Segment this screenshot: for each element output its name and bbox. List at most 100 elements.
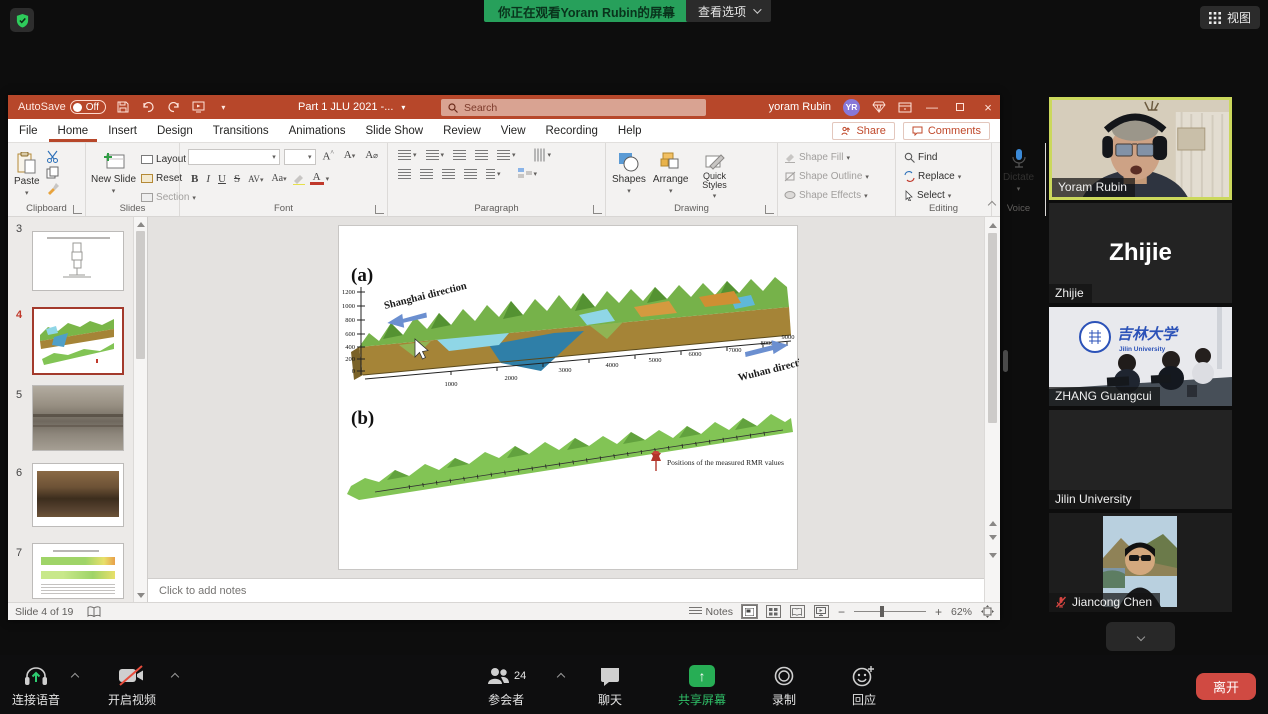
quick-access-more-button[interactable]: ▾ bbox=[216, 100, 231, 115]
thumbnail-scroll-thumb[interactable] bbox=[136, 231, 145, 359]
video-tile-yoram-rubin[interactable]: Yoram Rubin bbox=[1049, 97, 1232, 200]
search-input[interactable] bbox=[464, 102, 699, 114]
find-button[interactable]: Find bbox=[904, 149, 991, 166]
avatar[interactable]: YR bbox=[843, 99, 860, 116]
video-tile-jilin-university[interactable]: Jilin University bbox=[1049, 410, 1232, 509]
cut-icon[interactable] bbox=[46, 150, 59, 163]
decrease-indent-button[interactable] bbox=[453, 150, 466, 160]
line-spacing-button[interactable]: ▾ bbox=[497, 150, 516, 160]
convert-to-smartart-button[interactable]: ▾ bbox=[518, 168, 538, 179]
align-right-button[interactable] bbox=[442, 169, 455, 179]
tab-transitions[interactable]: Transitions bbox=[204, 119, 278, 142]
font-size-select[interactable]: ▾ bbox=[284, 149, 316, 165]
reactions-button[interactable]: 回应 bbox=[852, 664, 876, 708]
change-case-button[interactable]: Aa▾ bbox=[268, 173, 289, 184]
tab-home[interactable]: Home bbox=[49, 119, 98, 142]
slide-thumbnail-7[interactable] bbox=[32, 543, 124, 599]
scroll-thumb[interactable] bbox=[988, 233, 997, 423]
collapse-video-strip-button[interactable] bbox=[1106, 622, 1175, 651]
zoom-slider-thumb[interactable] bbox=[880, 606, 884, 617]
ppt-titlebar[interactable]: AutoSave Off ▾ Part 1 JLU 2021 -... ▾ bbox=[8, 95, 1000, 119]
shape-outline-button[interactable]: Shape Outline▾ bbox=[784, 168, 895, 185]
audio-options-caret[interactable] bbox=[71, 673, 79, 681]
autosave-toggle[interactable]: AutoSave Off bbox=[18, 100, 106, 114]
zoom-in-button[interactable]: + bbox=[935, 605, 942, 619]
paragraph-dialog-launcher[interactable] bbox=[593, 205, 602, 214]
bullets-button[interactable]: ▾ bbox=[398, 150, 417, 160]
slide-thumbnail-3[interactable] bbox=[32, 231, 124, 291]
maximize-button[interactable] bbox=[952, 100, 968, 114]
dictate-button[interactable]: Dictate▾ bbox=[992, 143, 1045, 193]
slideshow-view-button[interactable] bbox=[814, 605, 829, 618]
justify-button[interactable] bbox=[464, 169, 477, 179]
collapse-ribbon-button[interactable] bbox=[989, 195, 995, 213]
normal-view-button[interactable] bbox=[742, 605, 757, 618]
strikethrough-button[interactable]: S bbox=[231, 173, 243, 185]
replace-button[interactable]: Replace▾ bbox=[904, 168, 991, 185]
security-shield-button[interactable] bbox=[10, 8, 34, 32]
current-slide[interactable]: (a) bbox=[338, 225, 798, 570]
undo-button[interactable] bbox=[141, 100, 156, 115]
ribbon-display-options-icon[interactable] bbox=[898, 102, 912, 113]
account-user-name[interactable]: yoram Rubin bbox=[769, 101, 831, 113]
panel-resize-handle[interactable] bbox=[1003, 350, 1008, 372]
minimize-button[interactable]: — bbox=[924, 100, 940, 114]
format-painter-icon[interactable] bbox=[46, 182, 60, 195]
scroll-up-button[interactable] bbox=[987, 219, 999, 231]
video-tile-zhijie[interactable]: Zhijie Zhijie bbox=[1049, 203, 1232, 303]
slide-scrollbar[interactable] bbox=[984, 217, 1000, 602]
video-tile-zhang-guangcui[interactable]: 吉林大学 Jilin University ZHANG Guangcui bbox=[1049, 307, 1232, 406]
copy-icon[interactable] bbox=[46, 166, 59, 179]
search-bar[interactable] bbox=[441, 99, 706, 116]
video-tile-jiancong-chen[interactable]: Jiancong Chen bbox=[1049, 513, 1232, 612]
slide-counter[interactable]: Slide 4 of 19 bbox=[8, 606, 73, 618]
increase-indent-button[interactable] bbox=[475, 150, 488, 160]
font-name-select[interactable]: ▾ bbox=[188, 149, 280, 165]
start-presentation-button[interactable] bbox=[191, 100, 206, 115]
participants-button[interactable]: 24 参会者 bbox=[486, 664, 526, 708]
shrink-font-button[interactable]: A▾ bbox=[341, 149, 358, 165]
notes-toggle-button[interactable]: Notes bbox=[689, 606, 733, 618]
clipboard-dialog-launcher[interactable] bbox=[73, 205, 82, 214]
zoom-percentage[interactable]: 62% bbox=[951, 606, 972, 618]
share-button[interactable]: Share bbox=[832, 122, 894, 140]
join-audio-button[interactable]: 连接语音 bbox=[12, 664, 60, 708]
zoom-out-button[interactable]: − bbox=[838, 605, 845, 619]
character-spacing-button[interactable]: AV▾ bbox=[245, 174, 266, 184]
thumbnail-scroll-down[interactable] bbox=[135, 589, 147, 601]
redo-button[interactable] bbox=[166, 100, 181, 115]
text-direction-button[interactable]: ▾ bbox=[533, 150, 552, 160]
shapes-button[interactable]: Shapes▾ bbox=[612, 147, 646, 200]
accessibility-checker-icon[interactable] bbox=[87, 606, 101, 618]
shape-fill-button[interactable]: Shape Fill▾ bbox=[784, 149, 895, 166]
quick-styles-button[interactable]: Quick Styles▾ bbox=[696, 147, 734, 200]
tab-file[interactable]: File bbox=[10, 119, 47, 142]
next-slide-button[interactable] bbox=[987, 531, 999, 543]
document-title-area[interactable]: Part 1 JLU 2021 -... ▾ bbox=[298, 95, 405, 119]
record-button[interactable]: 录制 bbox=[772, 664, 796, 708]
paste-button[interactable]: Paste▾ bbox=[14, 147, 40, 197]
fit-to-window-button[interactable] bbox=[981, 605, 994, 618]
participants-options-caret[interactable] bbox=[557, 673, 565, 681]
italic-button[interactable]: I bbox=[203, 173, 213, 185]
new-slide-button[interactable]: New Slide▾ bbox=[91, 147, 136, 206]
drawing-dialog-launcher[interactable] bbox=[765, 205, 774, 214]
view-layout-button[interactable]: 视图 bbox=[1200, 6, 1260, 29]
share-screen-button[interactable]: ↑ 共享屏幕 bbox=[678, 664, 726, 708]
scroll-down-button[interactable] bbox=[987, 549, 999, 561]
video-options-caret[interactable] bbox=[171, 673, 179, 681]
tab-view[interactable]: View bbox=[492, 119, 535, 142]
font-color-button[interactable]: A bbox=[310, 172, 324, 185]
start-video-button[interactable]: 开启视频 bbox=[108, 664, 156, 708]
chat-button[interactable]: 聊天 bbox=[598, 664, 622, 708]
tab-insert[interactable]: Insert bbox=[99, 119, 146, 142]
save-button[interactable] bbox=[116, 100, 131, 115]
clear-formatting-button[interactable]: A⌀ bbox=[362, 149, 381, 165]
view-options-dropdown[interactable]: 查看选项 bbox=[686, 0, 771, 22]
close-button[interactable]: × bbox=[980, 100, 996, 115]
highlight-color-button[interactable] bbox=[292, 172, 308, 185]
numbering-button[interactable]: ▾ bbox=[426, 150, 445, 160]
thumbnail-scrollbar[interactable] bbox=[133, 217, 147, 602]
tab-animations[interactable]: Animations bbox=[280, 119, 355, 142]
shape-effects-button[interactable]: Shape Effects▾ bbox=[784, 187, 895, 204]
